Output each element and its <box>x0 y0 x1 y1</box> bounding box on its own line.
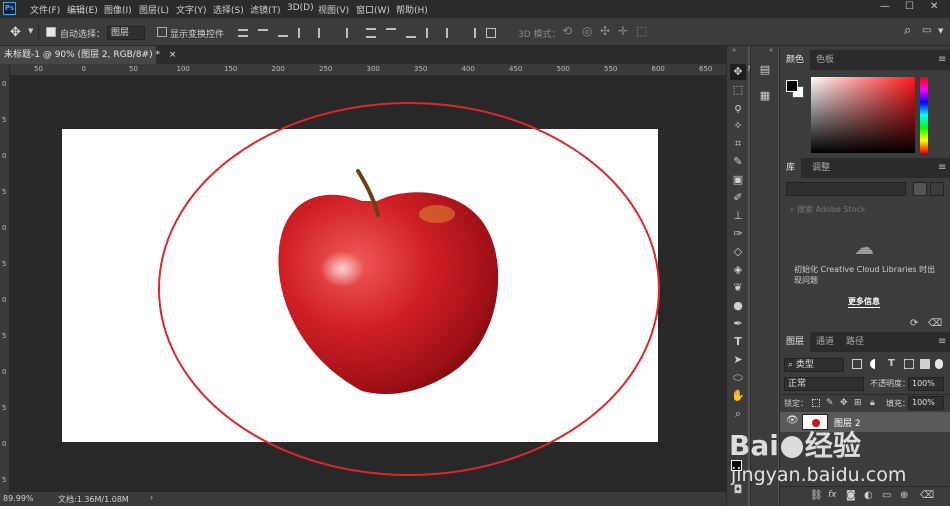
library-panel-menu-icon[interactable]: ≡ <box>938 162 946 173</box>
cloud-sync-icon[interactable]: ⟳ <box>910 318 918 329</box>
tab-adjustments[interactable]: 调整 <box>806 158 836 178</box>
library-delete-icon[interactable]: ⌫ <box>928 318 942 329</box>
stock-search-input[interactable]: ⌕ 搜索 Adobe Stock <box>786 203 944 217</box>
library-error-message: 初始化 Creative Cloud Libraries 时出现问题 <box>794 265 936 285</box>
type-tool-icon[interactable]: T <box>730 334 746 350</box>
marquee-tool-icon[interactable]: ⬚ <box>730 82 746 98</box>
workspace-icon[interactable]: ▭ <box>922 25 931 36</box>
filter-pixel-icon[interactable] <box>852 359 862 369</box>
path-selection-tool-icon[interactable]: ➤ <box>730 352 746 368</box>
blend-mode-value: 正常 <box>788 379 807 389</box>
brush-tool-icon[interactable]: ✐ <box>730 190 746 206</box>
layer-filter-value: 类型 <box>795 360 814 370</box>
magic-wand-tool-icon[interactable]: ✧ <box>730 118 746 134</box>
tab-libraries[interactable]: 库 <box>780 158 802 178</box>
filter-adjustment-icon[interactable] <box>870 359 880 369</box>
healing-brush-tool-icon[interactable]: ▣ <box>730 172 746 188</box>
creative-cloud-icon: ☁ <box>854 235 874 259</box>
library-select[interactable] <box>786 182 906 196</box>
color-picker-field[interactable] <box>811 77 915 153</box>
watermark-url: jingyan.baidu.com <box>731 464 907 486</box>
opacity-label: 不透明度： <box>870 379 910 388</box>
minimize-button[interactable]: — <box>880 1 890 12</box>
lasso-tool-icon[interactable]: ϙ <box>730 100 746 116</box>
close-window-button[interactable]: ✕ <box>930 1 938 12</box>
color-panel-tabs: 颜色 色板 ≡ <box>780 50 950 70</box>
fill-label: 填充： <box>886 399 910 408</box>
grid-view-icon[interactable] <box>913 182 927 196</box>
properties-panel-icon[interactable]: ▦ <box>757 88 773 104</box>
lock-position-icon[interactable]: ✥ <box>840 398 848 408</box>
history-panel-icon[interactable]: ▤ <box>757 62 773 78</box>
tab-layers[interactable]: 图层 <box>780 332 811 352</box>
collapse-tools-icon[interactable]: » <box>732 46 736 54</box>
layer-filter-select[interactable]: ⌕ 类型 <box>784 358 844 372</box>
zoom-level[interactable]: 89.99% <box>3 494 34 503</box>
fill-input[interactable]: 100% <box>908 396 944 410</box>
divider <box>780 394 950 395</box>
search-icon[interactable]: ⌕ <box>904 23 911 38</box>
lock-label: 锁定： <box>784 399 808 408</box>
fill-value: 100% <box>912 398 935 407</box>
crop-tool-icon[interactable]: ⌗ <box>730 136 746 152</box>
hue-slider[interactable] <box>920 77 928 153</box>
opacity-input[interactable]: 100% <box>908 377 944 391</box>
filter-search-icon: ⌕ <box>788 360 796 370</box>
color-foreground-swatch[interactable] <box>786 80 798 92</box>
ellipse-tool-icon[interactable]: ⬭ <box>730 370 746 386</box>
expand-dock-icon[interactable]: « <box>769 46 773 54</box>
more-info-link[interactable]: 更多信息 <box>848 296 880 308</box>
history-brush-tool-icon[interactable]: ✑ <box>730 226 746 242</box>
layers-panel-menu-icon[interactable]: ≡ <box>938 336 946 347</box>
eyedropper-tool-icon[interactable]: ✎ <box>730 154 746 170</box>
opacity-value: 100% <box>912 379 935 388</box>
lock-transparent-icon[interactable] <box>812 399 820 407</box>
watermark-brand-text: Bai <box>729 429 779 462</box>
lock-all-icon[interactable]: 🔒︎ <box>870 398 875 408</box>
filter-shape-icon[interactable] <box>904 359 914 369</box>
maximize-button[interactable]: ☐ <box>905 1 914 12</box>
workspace-chevron-icon[interactable]: ▼ <box>938 27 943 35</box>
document-info: 文档:1.36M/1.08M <box>58 495 129 504</box>
status-expand-icon[interactable]: › <box>150 493 153 502</box>
watermark-brand: Bai 经验 <box>729 424 861 464</box>
lock-artboard-icon[interactable]: ⊞ <box>854 398 862 408</box>
tab-paths[interactable]: 路径 <box>840 332 870 352</box>
blend-mode-select[interactable]: 正常 <box>784 377 864 391</box>
tab-color[interactable]: 颜色 <box>780 50 811 70</box>
baidu-jingyan-watermark: Bai 经验 jingyan.baidu.com <box>725 420 950 506</box>
red-ellipse <box>158 102 660 476</box>
watermark-brand-text-2: 经验 <box>804 429 861 462</box>
filter-smart-object-icon[interactable] <box>920 359 930 369</box>
clone-stamp-tool-icon[interactable]: ⊥ <box>730 208 746 224</box>
hand-tool-icon[interactable]: ✋ <box>730 388 746 404</box>
tab-channels[interactable]: 通道 <box>810 332 840 352</box>
color-panel-menu-icon[interactable]: ≡ <box>938 54 946 65</box>
stock-search-placeholder: 搜索 Adobe Stock <box>797 205 866 214</box>
eraser-tool-icon[interactable]: ◇ <box>730 244 746 260</box>
lock-image-icon[interactable]: ✎ <box>826 398 834 408</box>
tab-swatches[interactable]: 色板 <box>810 50 840 70</box>
dodge-tool-icon[interactable]: ● <box>730 298 746 314</box>
filter-type-icon[interactable]: T <box>888 358 895 369</box>
layers-panel-tabs: 图层 通道 路径 ≡ <box>780 332 950 352</box>
ellipse-annotation <box>158 102 660 476</box>
paw-logo-icon <box>780 436 803 458</box>
blur-tool-icon[interactable]: ❦ <box>730 280 746 296</box>
pen-tool-icon[interactable]: ✒ <box>730 316 746 332</box>
filter-toggle-icon[interactable] <box>935 359 943 369</box>
library-panel-tabs: 库 调整 ≡ <box>780 158 950 178</box>
paint-bucket-tool-icon[interactable]: ◈ <box>730 262 746 278</box>
status-bar: 89.99% 文档:1.36M/1.08M › <box>0 492 726 506</box>
move-tool-icon[interactable]: ✥ <box>730 64 746 80</box>
list-view-icon[interactable] <box>930 182 944 196</box>
